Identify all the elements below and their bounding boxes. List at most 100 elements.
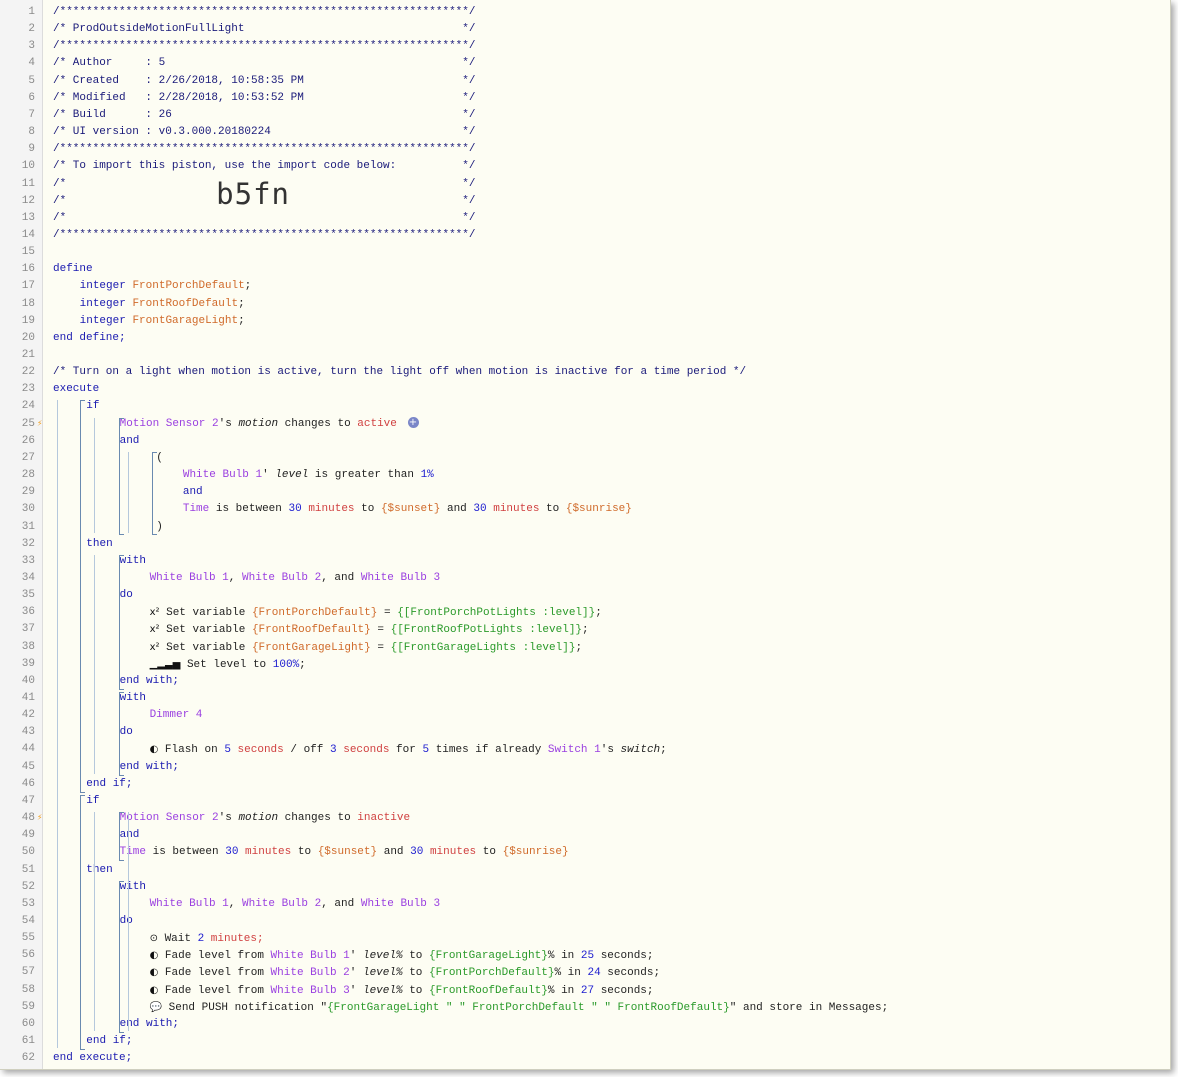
device-name[interactable]: White Bulb 2: [271, 967, 350, 979]
keyword: execute: [53, 383, 100, 396]
device-name[interactable]: White Bulb 1: [150, 898, 229, 910]
code-line: Motion Sensor 2's motion changes to inac…: [120, 810, 411, 827]
indent-guide: [57, 400, 58, 1048]
token: 30: [410, 846, 424, 859]
block-bracket: [119, 417, 124, 536]
indent-guide: [128, 451, 129, 534]
variable-name[interactable]: FrontPorchDefault: [132, 280, 244, 292]
toggle-icon: ◐: [149, 950, 159, 962]
token: 3: [330, 744, 337, 757]
device-name[interactable]: White Bulb 1: [271, 950, 350, 962]
device-name[interactable]: White Bulb 2: [242, 572, 321, 584]
token: 's: [600, 744, 614, 757]
line-number: 54: [21, 914, 35, 927]
token: {[FrontGarageLights :level]}: [390, 641, 576, 654]
code-line: if: [86, 793, 99, 810]
token: level: [275, 469, 309, 482]
line-number: 31: [21, 520, 35, 533]
token: is between: [215, 503, 282, 516]
token: is greater than: [314, 469, 414, 482]
device-name[interactable]: White Bulb 3: [361, 572, 440, 584]
keyword: integer: [79, 314, 126, 327]
comment-line: /***************************************…: [53, 141, 475, 158]
token: {$sunset}: [380, 503, 441, 516]
token: {FrontRoofDefault}: [251, 624, 371, 637]
line-number: 50: [21, 846, 35, 859]
piston-code-editor: 1 2 3 4 5 6 7 8 9 10 11 12 13 14 15 16 17 18 19 20 21 22 23 24 2…: [0, 0, 1171, 1070]
token: 's: [218, 417, 232, 430]
token: minutes: [245, 846, 292, 859]
device-name[interactable]: Motion Sensor 2: [120, 812, 219, 824]
token: {FrontGarageLight}: [251, 641, 371, 654]
keyword: end if;: [86, 1035, 133, 1047]
line-number: 25: [21, 417, 35, 430]
device-name[interactable]: White Bulb 1: [183, 469, 262, 481]
keyword: if: [86, 400, 100, 413]
variable-icon: x²: [149, 624, 160, 636]
line-number: 39: [21, 657, 35, 670]
token: ': [349, 984, 357, 997]
line-number: 34: [21, 571, 35, 584]
block-bracket: [119, 692, 124, 776]
token: {$sunrise}: [565, 503, 632, 516]
token: ;: [575, 641, 583, 654]
keyword: end with;: [119, 674, 180, 687]
token: %: [547, 950, 555, 963]
token: (: [156, 451, 163, 464]
token: , and: [321, 897, 355, 910]
token: , and: [321, 571, 355, 584]
token: and store in Messages;: [742, 1001, 889, 1014]
line-number: 53: [21, 897, 35, 910]
code-area: /***************************************…: [42, 0, 1170, 1069]
token: Set level to: [186, 658, 267, 671]
device-name[interactable]: Time: [183, 503, 209, 515]
line-number: 61: [21, 1035, 35, 1047]
line-number: 30: [21, 503, 35, 516]
line-number: 51: [21, 863, 35, 876]
chat-bubble-icon: 💬: [149, 1001, 163, 1013]
device-name[interactable]: White Bulb 2: [242, 898, 321, 910]
keyword: then: [86, 863, 113, 876]
device-name[interactable]: White Bulb 3: [361, 898, 440, 910]
device-name[interactable]: White Bulb 3: [271, 985, 350, 997]
token: seconds;: [607, 967, 661, 980]
token: ,: [228, 897, 236, 910]
line-number: 60: [21, 1017, 35, 1030]
code-line: Time is between 30 minutes to {$sunset} …: [183, 501, 632, 518]
token: inactive: [357, 812, 411, 825]
line-number: 35: [21, 589, 35, 602]
token: 100%: [272, 658, 300, 671]
token: 5: [422, 744, 430, 757]
line-number: 47: [21, 794, 35, 807]
variable-name[interactable]: FrontGarageLight: [132, 315, 238, 327]
token: %: [554, 967, 562, 980]
line-number: 15: [21, 246, 35, 259]
token: ;: [299, 658, 306, 671]
comment-line: /***************************************…: [53, 4, 475, 21]
device-name[interactable]: White Bulb 1: [150, 572, 229, 584]
token: minutes: [308, 503, 355, 516]
token: and: [383, 846, 404, 859]
code-line: ◐ Fade level from White Bulb 3' level% t…: [150, 982, 654, 999]
token: =: [377, 624, 384, 637]
token: Set variable: [166, 641, 246, 654]
device-name[interactable]: Motion Sensor 2: [120, 418, 219, 430]
line-number: 45: [21, 760, 35, 773]
line-number: 23: [21, 383, 35, 396]
line-number: 3: [28, 40, 35, 53]
line-number: 55: [21, 932, 35, 945]
token: {FrontPorchDefault}: [429, 967, 555, 980]
signal-bars-icon: ▁▂▃▅: [149, 658, 181, 670]
line-number: 7: [28, 108, 35, 121]
line-number: 19: [21, 314, 35, 327]
token: {$sunrise}: [502, 846, 569, 859]
toggle-icon: ◐: [149, 967, 159, 979]
code-line: Dimmer 4: [150, 707, 203, 724]
comment-line: /* UI version : v0.3.000.20180224 */: [53, 124, 475, 141]
line-number: 58: [21, 983, 35, 996]
device-name[interactable]: Switch 1: [548, 744, 601, 756]
add-condition-icon[interactable]: +: [407, 417, 419, 429]
block-bracket: [152, 451, 157, 536]
variable-name[interactable]: FrontRoofDefault: [132, 298, 238, 310]
device-name[interactable]: Dimmer 4: [150, 709, 203, 721]
